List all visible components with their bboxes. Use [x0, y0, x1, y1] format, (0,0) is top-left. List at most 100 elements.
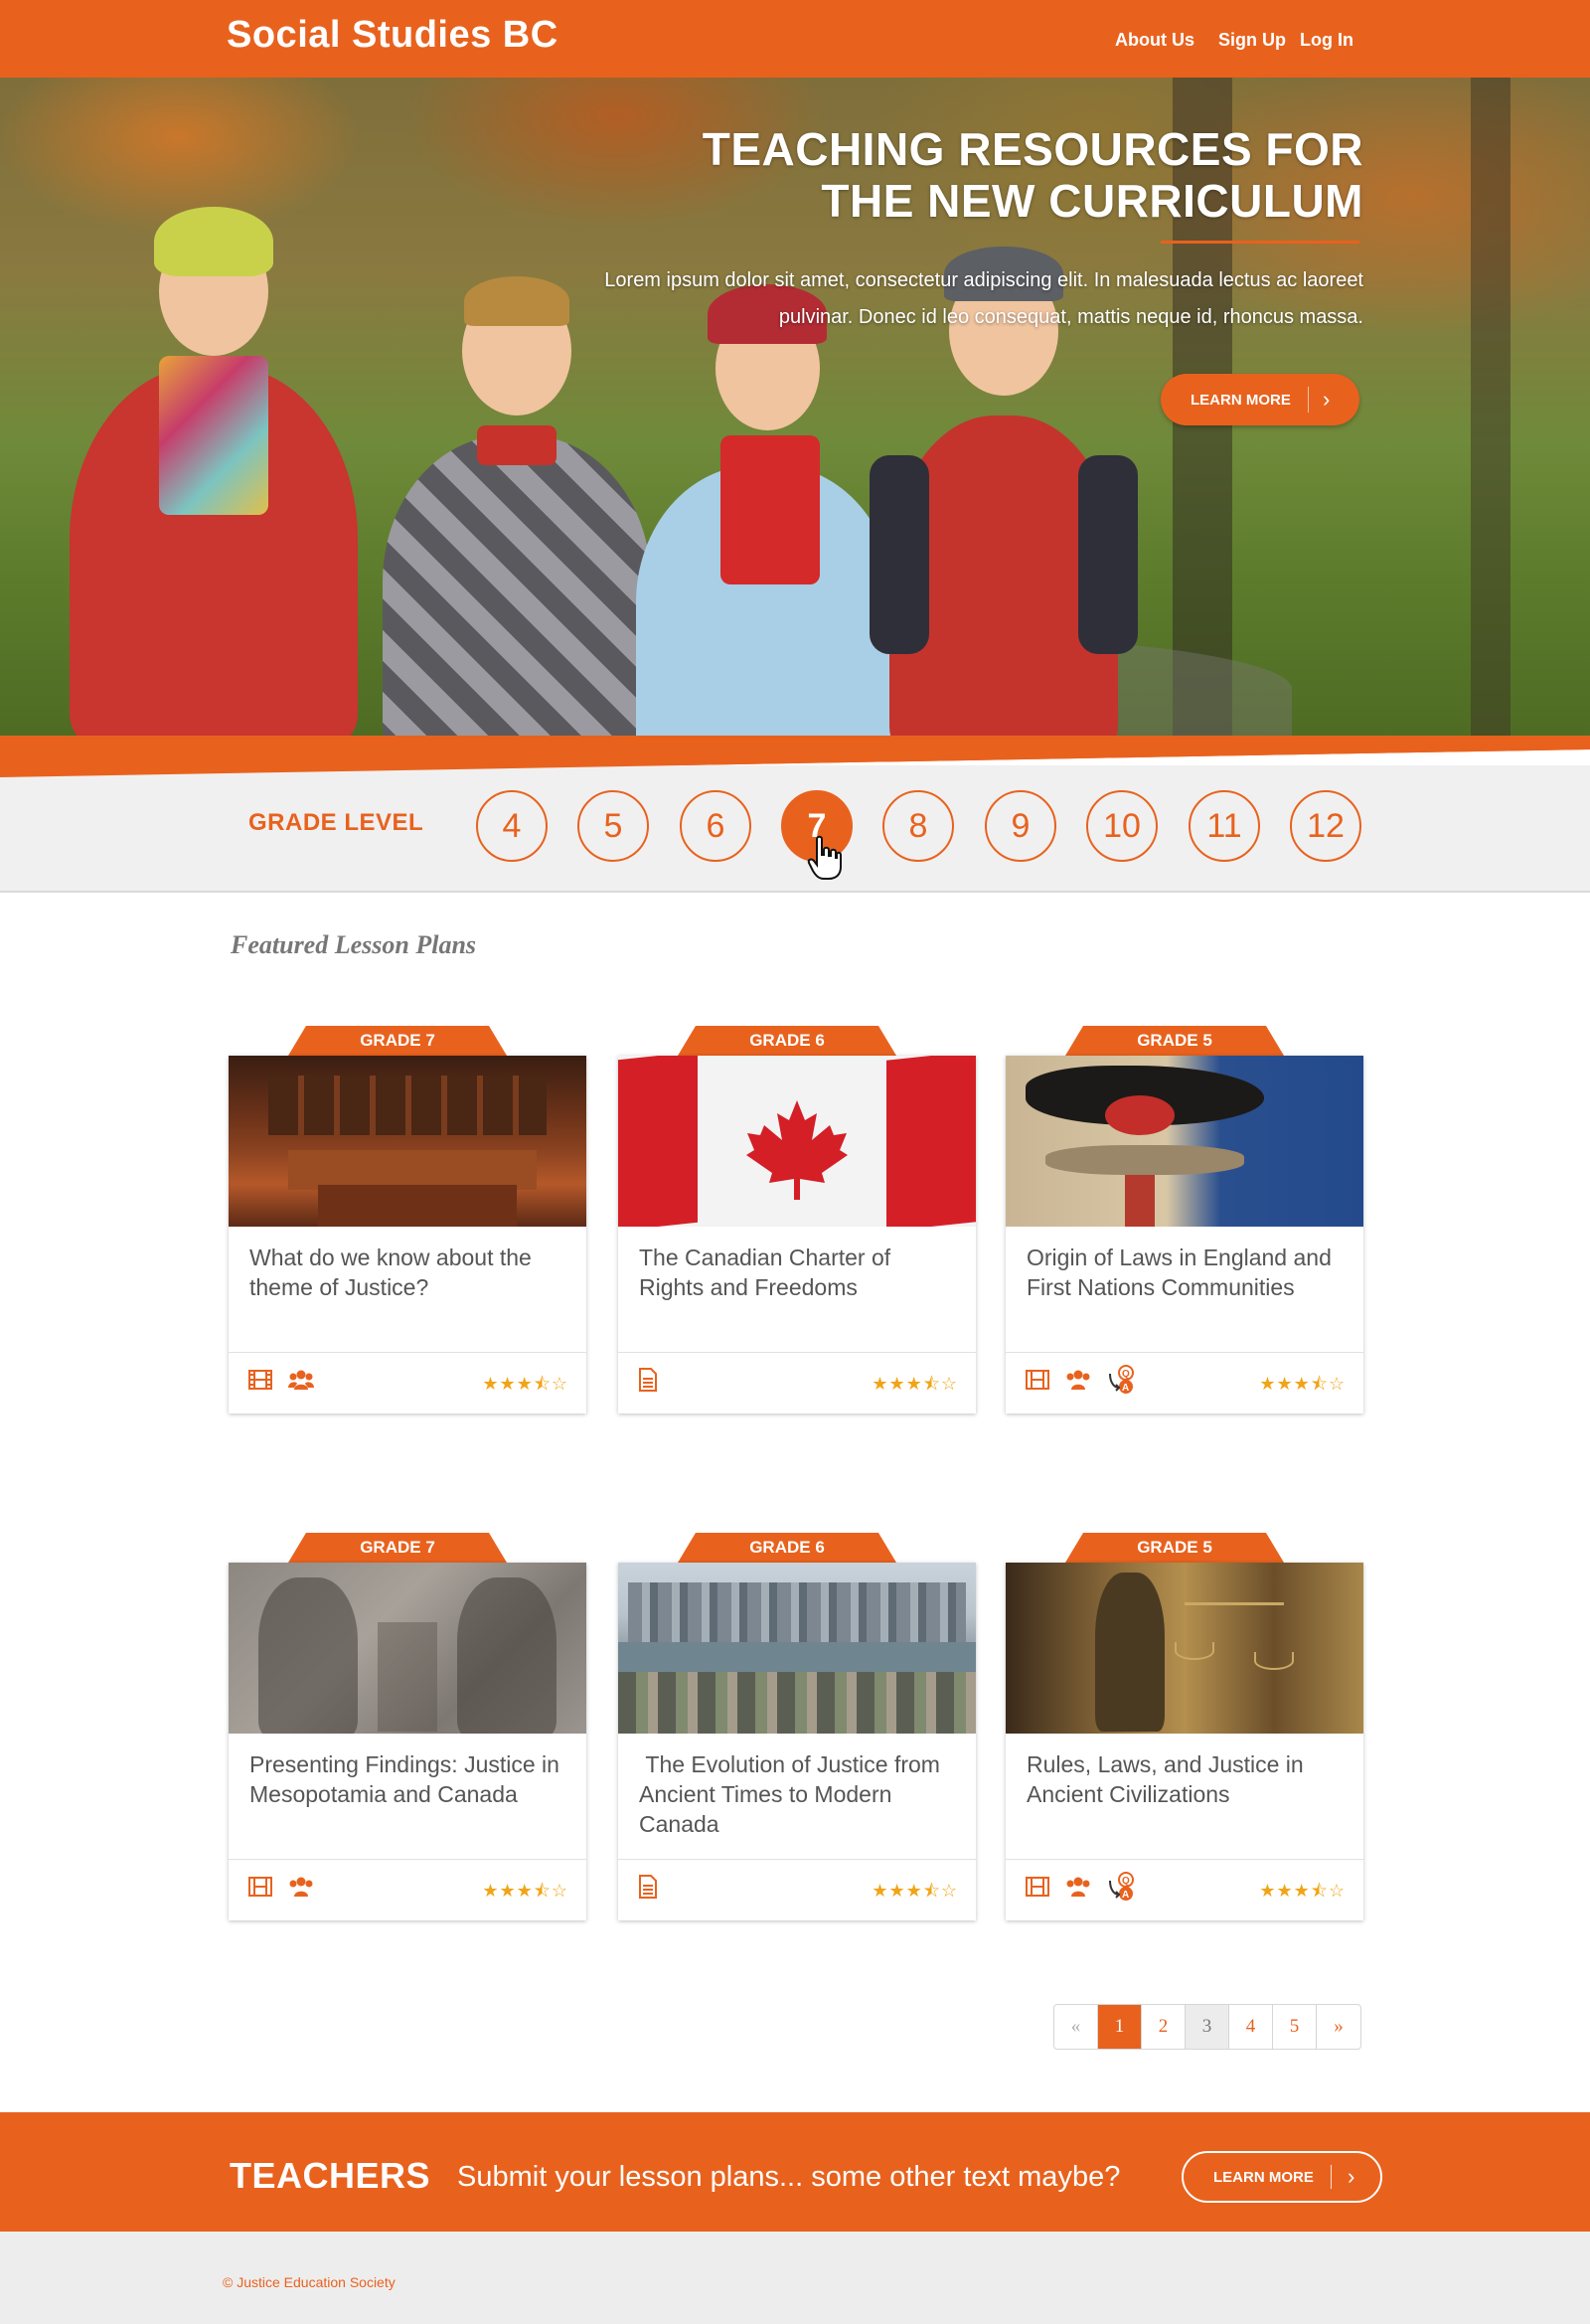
group-icon — [288, 1876, 314, 1903]
qa-icon: QA — [1107, 1871, 1141, 1908]
card-icons — [248, 1364, 314, 1400]
grade-button-11[interactable]: 11 — [1189, 790, 1260, 862]
grade-tab-label: GRADE 5 — [1137, 1031, 1212, 1050]
child-figure — [383, 276, 651, 739]
hero-divider — [1161, 241, 1359, 244]
button-label: LEARN MORE — [1213, 2168, 1314, 2186]
group-icon — [288, 1369, 314, 1396]
film-icon — [1026, 1876, 1049, 1902]
card-divider — [1006, 1859, 1363, 1860]
grade-tab-label: GRADE 7 — [360, 1538, 435, 1557]
svg-text:Q: Q — [1122, 1876, 1130, 1887]
svg-text:A: A — [1122, 1383, 1129, 1394]
card-icons: QA — [1026, 1871, 1141, 1907]
document-icon — [638, 1874, 658, 1904]
featured-heading: Featured Lesson Plans — [231, 930, 477, 959]
top-nav: About Us Sign Up Log In — [1115, 30, 1353, 51]
site-logo[interactable]: Social Studies BC — [227, 14, 558, 57]
chevron-right-icon: › — [1348, 2164, 1355, 2189]
hero-title-line: TEACHING RESOURCES FOR — [702, 123, 1363, 175]
rating-stars: ★★★⯪☆ — [482, 1881, 568, 1901]
card-title[interactable]: The Evolution of Justice from Ancient Ti… — [639, 1749, 957, 1839]
maple-leaf-icon — [746, 1100, 848, 1200]
card-title[interactable]: The Canadian Charter of Rights and Freed… — [639, 1243, 957, 1302]
child-figure — [70, 207, 358, 739]
grade-tab-label: GRADE 6 — [749, 1031, 825, 1050]
grade-button-12[interactable]: 12 — [1290, 790, 1361, 862]
pagination-page-3[interactable]: 3 — [1186, 2005, 1229, 2049]
grade-button-6[interactable]: 6 — [680, 790, 751, 862]
grade-button-8[interactable]: 8 — [882, 790, 954, 862]
card-title[interactable]: Presenting Findings: Justice in Mesopota… — [249, 1749, 567, 1809]
pagination-page-1[interactable]: 1 — [1098, 2005, 1142, 2049]
card-title[interactable]: Origin of Laws in England and First Nati… — [1027, 1243, 1345, 1302]
group-icon — [1065, 1369, 1091, 1396]
teachers-text: Submit your lesson plans... some other t… — [457, 2161, 1121, 2193]
nav-log-in[interactable]: Log In — [1300, 30, 1353, 51]
hero-text-line: Lorem ipsum dolor sit amet, consectetur … — [604, 269, 1363, 291]
group-icon — [1065, 1876, 1091, 1903]
pagination-prev[interactable]: « — [1054, 2005, 1098, 2049]
rating-stars: ★★★⯪☆ — [482, 1374, 568, 1394]
hero-banner: TEACHING RESOURCES FOR THE NEW CURRICULU… — [0, 78, 1590, 739]
child-figure — [636, 284, 894, 739]
grade-tab-label: GRADE 7 — [360, 1031, 435, 1050]
card-divider — [618, 1352, 976, 1353]
lesson-card[interactable]: GRADE 6 The Evolution of Justice from An… — [618, 1533, 976, 1920]
pagination-page-4[interactable]: 4 — [1229, 2005, 1273, 2049]
hero-description: Lorem ipsum dolor sit amet, consectetur … — [449, 262, 1363, 336]
card-divider — [618, 1859, 976, 1860]
grade-button-5[interactable]: 5 — [577, 790, 649, 862]
card-icons — [248, 1871, 314, 1907]
canadian-flag-image — [618, 1056, 976, 1227]
card-body: Origin of Laws in England and First Nati… — [1006, 1056, 1363, 1413]
film-icon — [248, 1369, 272, 1395]
lesson-card[interactable]: GRADE 7 What do we know about the theme … — [229, 1026, 586, 1413]
document-icon — [638, 1367, 658, 1397]
grade-tab-label: GRADE 5 — [1137, 1538, 1212, 1557]
card-title[interactable]: Rules, Laws, and Justice in Ancient Civi… — [1027, 1749, 1345, 1809]
svg-text:A: A — [1122, 1890, 1129, 1901]
card-body: Presenting Findings: Justice in Mesopota… — [229, 1563, 586, 1920]
grade-button-9[interactable]: 9 — [985, 790, 1056, 862]
grade-level-label: GRADE LEVEL — [248, 809, 424, 836]
teachers-learn-more-button[interactable]: LEARN MORE › — [1182, 2151, 1382, 2203]
assyrian-relief-image — [229, 1563, 586, 1734]
pagination-page-2[interactable]: 2 — [1142, 2005, 1186, 2049]
card-divider — [229, 1352, 586, 1353]
card-body: The Canadian Charter of Rights and Freed… — [618, 1056, 976, 1413]
nav-sign-up[interactable]: Sign Up — [1218, 30, 1286, 51]
rating-stars: ★★★⯪☆ — [872, 1374, 958, 1394]
hero-bottom-wedge-overlay — [0, 736, 1590, 777]
qa-icon: QA — [1107, 1364, 1141, 1401]
card-body: What do we know about the theme of Justi… — [229, 1056, 586, 1413]
courtroom-image — [229, 1056, 586, 1227]
card-icons: QA — [1026, 1364, 1141, 1400]
card-title[interactable]: What do we know about the theme of Justi… — [249, 1243, 567, 1302]
card-divider — [1006, 1352, 1363, 1353]
svg-text:Q: Q — [1122, 1369, 1130, 1380]
grade-button-10[interactable]: 10 — [1086, 790, 1158, 862]
pagination-next[interactable]: » — [1317, 2005, 1360, 2049]
card-icons — [638, 1871, 658, 1907]
lesson-card[interactable]: GRADE 6 The Canadian Charter of Rights a… — [618, 1026, 976, 1413]
card-body: Rules, Laws, and Justice in Ancient Civi… — [1006, 1563, 1363, 1920]
pagination-page-5[interactable]: 5 — [1273, 2005, 1317, 2049]
hero-learn-more-button[interactable]: LEARN MORE › — [1161, 374, 1359, 425]
button-separator — [1331, 2165, 1332, 2189]
lesson-card[interactable]: GRADE 5 Rules, Laws, and Justice in Anci… — [1006, 1533, 1363, 1920]
rating-stars: ★★★⯪☆ — [872, 1881, 958, 1901]
rating-stars: ★★★⯪☆ — [1259, 1881, 1346, 1901]
nav-about-us[interactable]: About Us — [1115, 30, 1194, 51]
pagination: « 1 2 3 4 5 » — [1053, 2004, 1361, 2050]
lady-justice-image — [1006, 1563, 1363, 1734]
lesson-card[interactable]: GRADE 7 Presenting Findings: Justice in … — [229, 1533, 586, 1920]
lesson-card[interactable]: GRADE 5 Origin of Laws in England and Fi… — [1006, 1026, 1363, 1413]
teachers-label: TEACHERS — [230, 2155, 431, 2196]
vancouver-skyline-image — [618, 1563, 976, 1734]
child-figure — [870, 247, 1138, 739]
grade-button-4[interactable]: 4 — [476, 790, 548, 862]
grade-tab-label: GRADE 6 — [749, 1538, 825, 1557]
button-separator — [1308, 387, 1309, 413]
card-body: The Evolution of Justice from Ancient Ti… — [618, 1563, 976, 1920]
